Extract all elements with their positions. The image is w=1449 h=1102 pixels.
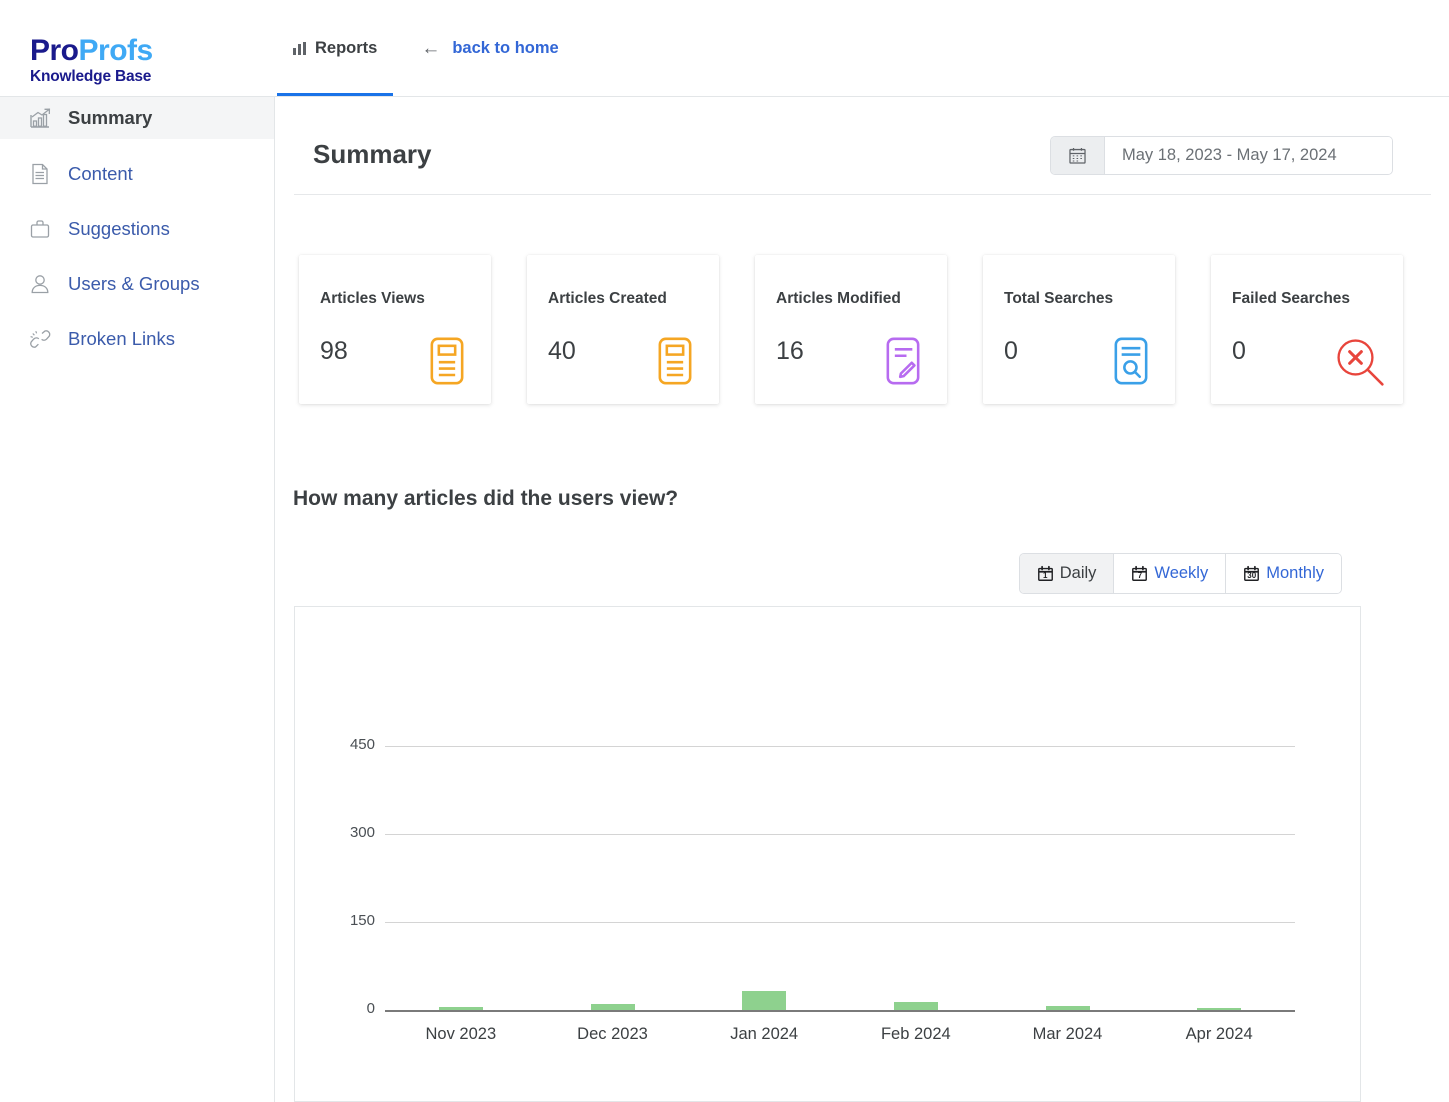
granularity-monthly-label: Monthly [1266,564,1324,582]
kpi-value: 0 [1232,337,1246,365]
article-search-icon [1114,337,1148,385]
chart-bar[interactable] [590,1003,635,1010]
kpi-value: 0 [1004,337,1018,365]
back-to-home-label: back to home [452,38,559,57]
search-failed-icon [1337,339,1384,386]
kpi-card-failed-searches[interactable]: Failed Searches 0 [1211,255,1403,404]
document-icon [32,163,48,185]
arrow-left-icon: ← [421,37,441,59]
kpi-card-articles-modified[interactable]: Articles Modified 16 [755,255,947,404]
chart-y-tick-label: 300 [349,823,375,841]
granularity-monthly-button[interactable]: 30 Monthly [1226,554,1341,593]
logo-text-profs: Profs [78,34,154,67]
calendar-30-icon: 30 [1243,565,1260,582]
kpi-title: Articles Views [320,290,425,307]
page-header: Summary [294,97,1431,195]
chart-bar[interactable] [1045,1006,1090,1010]
sidebar-item-broken-links[interactable]: Broken Links [0,319,274,359]
logo-text-pro: Pro [30,34,79,67]
kpi-value: 16 [776,337,804,365]
chart-growth-icon [30,108,51,128]
sidebar-item-suggestions-label: Suggestions [68,218,170,239]
back-to-home-link[interactable]: ← back to home [421,0,558,96]
sidebar-item-broken-links-label: Broken Links [68,328,175,349]
calendar-7-icon: 7 [1131,565,1148,582]
sidebar-item-content-label: Content [68,163,133,184]
sidebar-item-summary-label: Summary [68,107,153,128]
article-lines-icon [658,337,692,385]
chart-x-tick-label: Apr 2024 [1185,1025,1253,1043]
date-range-input[interactable] [1105,137,1392,174]
kpi-value: 40 [548,337,576,365]
sidebar: Summary Content Suggestions Users & Grou… [0,97,275,1102]
kpi-title: Failed Searches [1232,290,1351,307]
chart-gridline [385,745,1295,747]
kpi-card-row: Articles Views 98 Articles Created 40 Ar… [299,255,1403,404]
kpi-value: 98 [320,337,348,365]
calendar-1-icon: 1 [1037,565,1054,582]
chart-bar[interactable] [742,990,787,1010]
sidebar-item-summary[interactable]: Summary [0,97,274,139]
chart-y-tick-label: 450 [349,735,375,753]
tab-reports[interactable]: Reports [277,0,394,96]
sidebar-item-content[interactable]: Content [0,154,274,194]
kpi-title: Articles Created [548,290,667,307]
chart-container: 0 150 300 450 Nov 2023 Dec 2023 Jan 2024 Feb 20… [294,606,1361,1102]
chart-gridline [385,833,1295,835]
sidebar-item-users-groups[interactable]: Users & Groups [0,264,274,304]
chart-bar[interactable] [1197,1008,1242,1010]
chart-bar[interactable] [893,1002,938,1010]
calendar-button[interactable] [1051,137,1105,174]
chart-y-tick-label: 0 [366,1000,375,1017]
tab-reports-label: Reports [315,38,378,57]
kpi-title: Total Searches [1004,290,1114,307]
granularity-daily-label: Daily [1059,564,1097,582]
calendar-badge-daily: 1 [1043,571,1048,580]
top-bar: ProProfs Knowledge Base Reports ← back t… [0,0,1449,97]
granularity-weekly-label: Weekly [1154,564,1209,582]
granularity-weekly-button[interactable]: 7 Weekly [1114,554,1227,593]
bar-chart-plot: 0 150 300 450 Nov 2023 Dec 2023 Jan 2024 Feb 20… [295,607,1362,1047]
granularity-toggle-group: 1 Daily 7 Weekly 30 Monthly [1018,553,1342,594]
logo-subtitle: Knowledge Base [30,68,152,85]
article-lines-icon [430,337,464,385]
proprofs-logo[interactable]: ProProfs Knowledge Base [30,36,250,85]
page-title: Summary [313,139,432,169]
kpi-card-total-searches[interactable]: Total Searches 0 [983,255,1175,404]
kpi-card-articles-views[interactable]: Articles Views 98 [299,255,491,404]
kpi-card-articles-created[interactable]: Articles Created 40 [527,255,719,404]
chart-bar[interactable] [438,1007,483,1010]
chart-gridline [385,921,1295,923]
reports-page: ProProfs Knowledge Base Reports ← back t… [0,0,1449,1102]
bar-chart-icon [293,41,306,55]
calendar-badge-weekly: 7 [1137,571,1143,580]
chart-question-title: How many articles did the users view? [293,487,679,510]
calendar-icon [1069,147,1086,164]
calendar-badge-monthly: 30 [1247,571,1257,580]
sidebar-item-users-groups-label: Users & Groups [68,273,200,294]
granularity-daily-button[interactable]: 1 Daily [1019,554,1115,593]
top-tabs: Reports ← back to home [277,0,559,96]
sidebar-item-suggestions[interactable]: Suggestions [0,209,274,249]
chart-x-axis-line [385,1010,1295,1012]
kpi-title: Articles Modified [776,290,901,307]
briefcase-icon [30,220,50,238]
chart-y-tick-label: 150 [349,911,375,929]
article-pencil-icon [886,337,920,385]
user-icon [31,275,49,294]
logo-wordmark: ProProfs [30,36,250,66]
date-range-picker[interactable] [1050,136,1393,175]
broken-link-icon [30,330,51,348]
